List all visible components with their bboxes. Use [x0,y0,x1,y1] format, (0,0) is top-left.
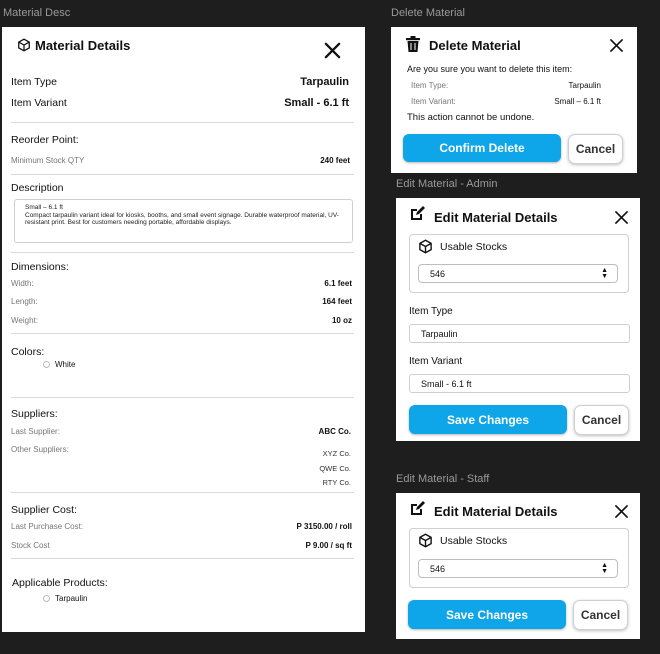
last-purchase-label: Last Purchase Cost: [11,522,84,531]
box-icon [418,239,433,259]
divider [11,174,354,175]
description-box: Small – 6.1 ft Compact tarpaulin variant… [14,199,353,243]
confirm-delete-button[interactable]: Confirm Delete [403,134,561,162]
applicable-option-label: Tarpaulin [55,594,88,603]
item-type-label: Item Type [409,306,453,317]
close-icon[interactable] [615,505,628,523]
delete-item-variant-label: Item Variant: [411,97,456,106]
length-label: Length: [11,297,38,306]
delete-item-type-value: Tarpaulin [568,81,601,90]
edit-staff-panel: Edit Material Details Usable Stocks 546 … [396,493,640,639]
usable-stocks-value: 546 [430,268,446,279]
width-label: Width: [11,279,34,288]
cancel-button[interactable]: Cancel [568,134,623,164]
min-stock-label: Minimum Stock QTY [11,156,85,165]
stock-cost-label: Stock Cost [11,541,50,550]
divider [11,397,354,398]
edit-admin-title: Edit Material Details [434,210,558,225]
delete-material-panel: Delete Material Are you sure you want to… [391,27,637,173]
box-icon [17,38,31,57]
colors-heading: Colors: [11,346,45,358]
last-purchase-value: P 3150.00 / roll [296,522,352,531]
last-supplier-value: ABC Co. [318,427,351,436]
description-heading: Description [11,182,64,194]
usable-stocks-stepper[interactable]: 546 ▲ ▼ [418,264,618,283]
details-title: Material Details [35,38,131,53]
delete-item-type-label: Item Type: [411,81,449,90]
item-variant-value: Small - 6.1 ft [284,97,349,109]
length-value: 164 feet [322,297,352,306]
last-supplier-label: Last Supplier: [11,427,60,436]
supplier-cost-heading: Supplier Cost: [11,504,77,516]
stock-cost-value: P 9.00 / sq ft [305,541,352,550]
frame-label-edit-admin: Edit Material - Admin [396,178,498,190]
usable-stocks-value: 546 [430,563,446,574]
other-suppliers-list: XYZ Co. QWE Co. RTY Co. [319,447,351,491]
min-stock-value: 240 feet [320,156,350,165]
applicable-option-tarpaulin[interactable]: Tarpaulin [43,594,87,603]
divider [11,558,354,559]
delete-title: Delete Material [429,38,521,53]
close-icon[interactable] [615,211,628,229]
frame-label-delete: Delete Material [391,7,465,19]
cancel-button[interactable]: Cancel [574,405,629,435]
description-body: Compact tarpaulin variant ideal for kios… [25,211,339,227]
usable-stocks-stepper[interactable]: 546 ▲ ▼ [418,559,618,578]
item-variant-field[interactable]: Small - 6.1 ft [409,374,630,393]
divider [11,252,354,253]
delete-warning: This action cannot be undone. [407,112,535,123]
stepper-arrows-icon[interactable]: ▲ ▼ [601,267,608,280]
radio-icon[interactable] [43,361,50,369]
weight-value: 10 oz [331,316,352,325]
item-type-field[interactable]: Tarpaulin [409,324,630,343]
edit-icon [409,501,425,522]
close-icon[interactable] [610,39,623,57]
reorder-heading: Reorder Point: [11,134,79,146]
save-changes-button[interactable]: Save Changes [408,600,566,629]
frame-label-edit-staff: Edit Material - Staff [396,473,490,485]
applicable-heading: Applicable Products: [12,577,108,589]
description-line1: Small – 6.1 ft [25,204,63,211]
divider [11,122,354,123]
divider [11,492,354,493]
material-details-panel: Material Details Item Type Tarpaulin Ite… [2,27,365,632]
item-variant-label: Item Variant [11,97,67,109]
edit-staff-title: Edit Material Details [434,504,558,519]
divider [11,333,354,334]
item-type-value: Tarpaulin [300,76,349,88]
box-icon [418,533,433,553]
usable-stocks-label: Usable Stocks [440,241,508,253]
color-option-white[interactable]: White [43,360,75,369]
item-type-label: Item Type [11,76,57,88]
radio-icon[interactable] [43,595,50,603]
save-changes-button[interactable]: Save Changes [409,405,567,434]
other-suppliers-label: Other Suppliers: [11,445,69,454]
supplier-item: XYZ Co. [322,449,351,458]
delete-item-variant-value: Small – 6.1 ft [554,97,601,106]
item-variant-label: Item Variant [409,356,463,367]
edit-admin-panel: Edit Material Details Usable Stocks 546 … [396,198,640,441]
dimensions-heading: Dimensions: [11,261,69,273]
suppliers-heading: Suppliers: [11,408,58,420]
frame-label-desc: Material Desc [3,7,71,19]
usable-stocks-label: Usable Stocks [440,535,508,547]
weight-label: Weight: [11,316,38,325]
stepper-arrows-icon[interactable]: ▲ ▼ [601,562,608,575]
supplier-item: RTY Co. [322,478,351,487]
delete-question: Are you sure you want to delete this ite… [407,64,573,74]
close-icon[interactable] [323,41,342,64]
color-option-label: White [55,360,76,369]
cancel-button[interactable]: Cancel [573,600,628,630]
supplier-item: QWE Co. [319,463,351,473]
trash-icon [406,36,420,57]
width-value: 6.1 feet [324,279,352,288]
edit-icon [409,206,425,227]
